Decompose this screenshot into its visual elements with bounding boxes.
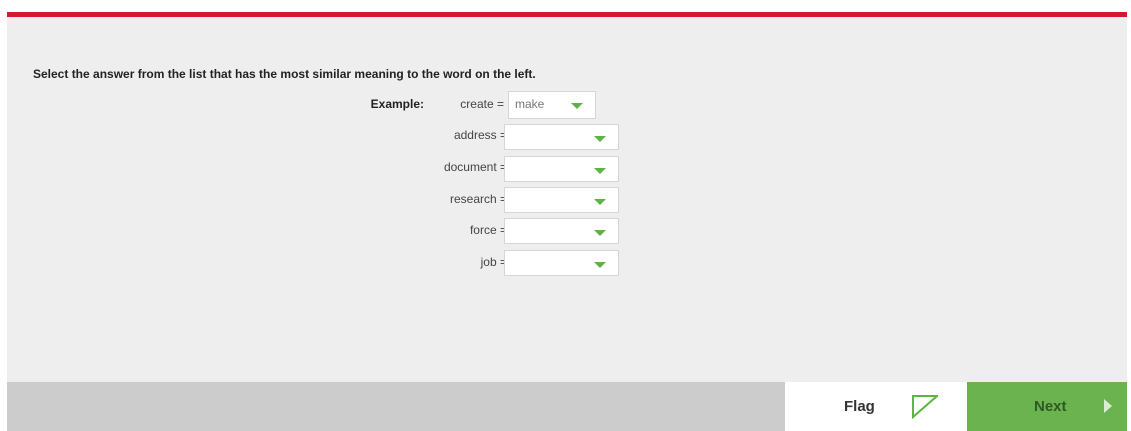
top-bar [0, 0, 1131, 12]
example-label: Example: [370, 97, 424, 111]
chevron-down-icon [594, 230, 606, 236]
next-label: Next [1034, 398, 1067, 415]
footer-bar: Flag Next [7, 382, 1127, 431]
question-word-address: address = [453, 128, 507, 142]
answer-select-force[interactable] [504, 218, 619, 244]
question-panel: Select the answer from the list that has… [7, 17, 1127, 382]
next-button[interactable]: Next [967, 382, 1127, 431]
chevron-down-icon [594, 262, 606, 268]
chevron-down-icon [594, 136, 606, 142]
answer-select-address[interactable] [504, 124, 619, 150]
answer-select-job[interactable] [504, 250, 619, 276]
chevron-down-icon [571, 103, 583, 109]
chevron-down-icon [594, 199, 606, 205]
example-answer-value: make [515, 97, 545, 111]
chevron-down-icon [594, 168, 606, 174]
question-instructions: Select the answer from the list that has… [33, 67, 536, 81]
question-word-force: force = [469, 223, 507, 237]
question-word-document: document = [443, 160, 507, 174]
example-word: create = [460, 97, 504, 111]
flag-label: Flag [844, 398, 875, 415]
answer-select-document[interactable] [504, 156, 619, 182]
arrow-right-icon [1104, 399, 1112, 413]
question-word-research: research = [449, 192, 507, 206]
flag-icon [910, 395, 940, 420]
example-answer-select: make [508, 91, 596, 119]
flag-button[interactable]: Flag [785, 382, 967, 431]
answer-select-research[interactable] [504, 187, 619, 213]
